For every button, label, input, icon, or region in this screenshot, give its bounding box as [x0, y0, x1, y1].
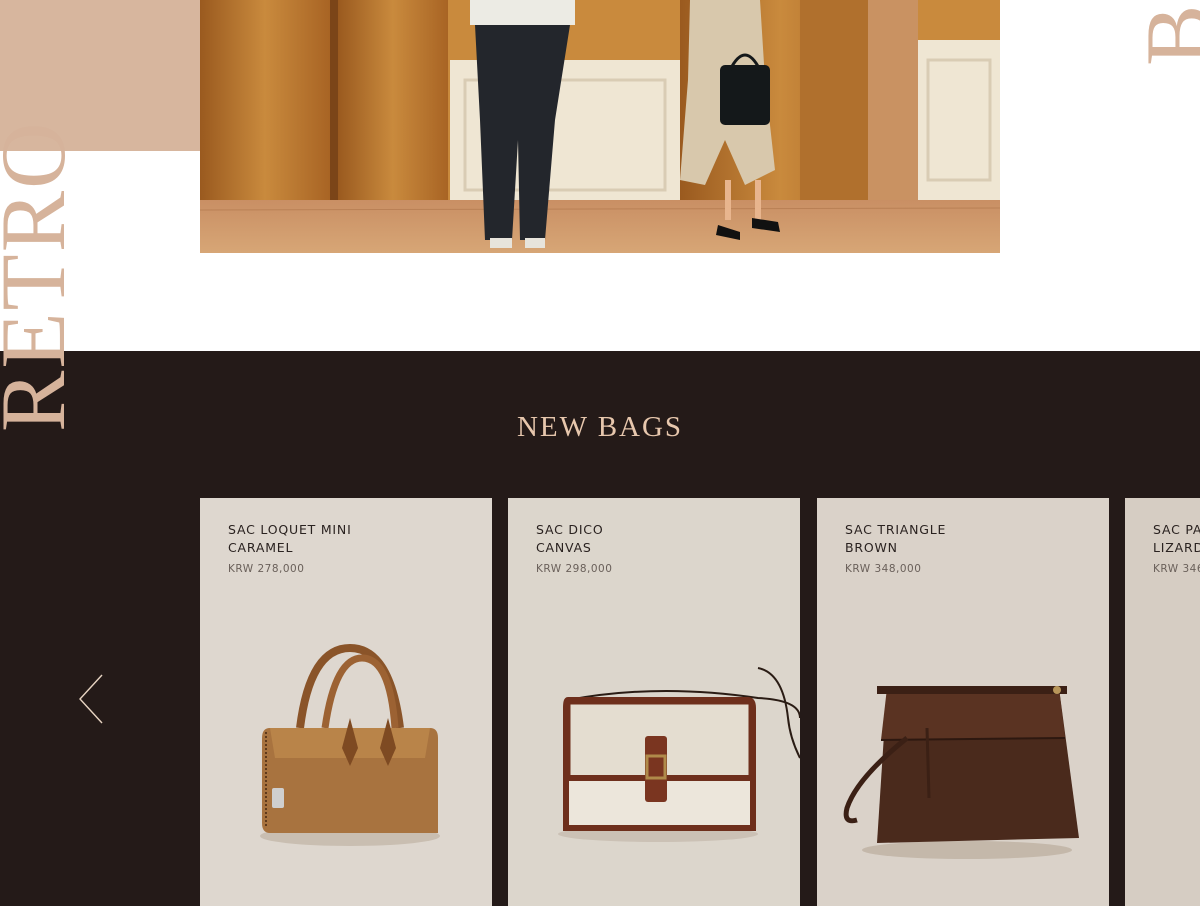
product-image — [260, 643, 440, 846]
product-card[interactable]: SAC TRIANGLE BROWN KRW 348,000 — [817, 498, 1109, 906]
retro-vertical-text: RETRO — [0, 120, 84, 432]
product-name: SAC LOQUET MINI CARAMEL — [228, 522, 352, 555]
product-carousel: SAC LOQUET MINI CARAMEL KRW 278,000 SAC … — [200, 498, 1200, 906]
product-price: KRW 348,000 — [845, 563, 922, 575]
product-price: KRW 278,000 — [228, 563, 305, 575]
chevron-left-icon — [79, 674, 103, 724]
hero-photo — [200, 0, 1000, 253]
product-card[interactable]: SAC PA LIZARD KRW 346 — [1125, 498, 1200, 906]
section-title: NEW BAGS — [516, 411, 684, 443]
carousel-prev-button[interactable] — [74, 671, 110, 727]
product-image — [843, 686, 1079, 859]
product-price: KRW 298,000 — [536, 563, 613, 575]
side-vertical-text-right: BE — [1127, 0, 1200, 66]
product-name: SAC DICO CANVAS — [536, 522, 604, 555]
product-image — [558, 667, 800, 842]
product-name: SAC TRIANGLE BROWN — [845, 522, 947, 555]
new-bags-section: NEW BAGS SAC LOQUET MINI CARAMEL KRW 278… — [0, 351, 1200, 906]
product-card[interactable]: SAC DICO CANVAS KRW 298,000 — [508, 498, 800, 906]
hero-image — [200, 0, 1000, 253]
product-price: KRW 346 — [1153, 563, 1200, 575]
product-card[interactable]: SAC LOQUET MINI CARAMEL KRW 278,000 — [200, 498, 492, 906]
top-section — [0, 0, 1200, 351]
product-name: SAC PA LIZARD — [1153, 522, 1200, 555]
